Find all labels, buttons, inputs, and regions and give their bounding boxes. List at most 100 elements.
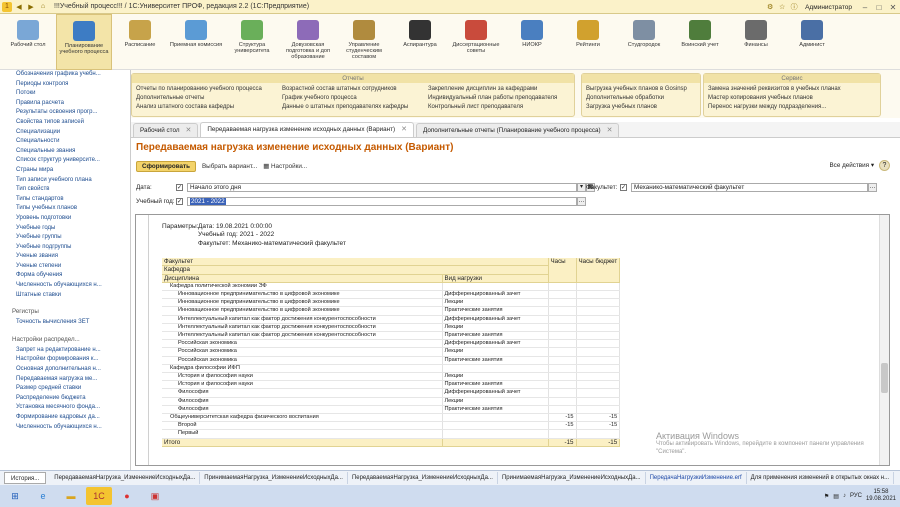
- network-icon[interactable]: ▤: [833, 493, 839, 500]
- generate-button[interactable]: Сформировать: [136, 160, 196, 172]
- table-row[interactable]: Второй -15 -15: [162, 421, 621, 431]
- function-link[interactable]: Закрепление дисциплин за кафедрами: [428, 85, 557, 94]
- forward-icon[interactable]: ▶: [26, 2, 36, 12]
- table-row[interactable]: Кафедра политической экономии ЭФ: [162, 282, 621, 292]
- sidebar-item[interactable]: Точность вычисления ЗЕТ: [0, 318, 130, 328]
- sidebar-item[interactable]: Типы стандартов: [0, 195, 130, 205]
- choose-variant-button[interactable]: Выбрать вариант...: [202, 163, 257, 170]
- sidebar-item[interactable]: Уровень подготовки: [0, 214, 130, 224]
- table-row[interactable]: Российская экономика Практические занятия: [162, 356, 621, 365]
- ie-icon[interactable]: e: [30, 487, 56, 505]
- section-item[interactable]: Приемная комиссия: [168, 14, 224, 70]
- table-row[interactable]: Общеуниверситетская кафедра физического …: [162, 413, 621, 423]
- group-gutter[interactable]: [136, 215, 149, 465]
- function-link[interactable]: Дополнительные отчеты: [136, 94, 262, 103]
- close-icon[interactable]: ✕: [401, 123, 407, 137]
- open-window-item[interactable]: Для применения изменений в открытых окна…: [747, 472, 895, 484]
- sidebar-item[interactable]: Результаты освоения прогр...: [0, 108, 130, 118]
- sidebar-item[interactable]: Учебные подгруппы: [0, 243, 130, 253]
- section-item[interactable]: Диссертационные советы: [448, 14, 504, 70]
- function-link[interactable]: Выгрузка учебных планов в Gosinsp: [586, 85, 687, 94]
- function-link[interactable]: Возрастной состав штатных сотрудников: [282, 85, 408, 94]
- table-row[interactable]: Кафедра философии ИФП: [162, 364, 621, 374]
- close-icon[interactable]: ✕: [607, 124, 613, 138]
- app-logo-icon[interactable]: 1: [2, 1, 12, 12]
- section-item[interactable]: Расписание: [112, 14, 168, 70]
- open-window-item[interactable]: ПередачаНагрузкиИзменение.erf: [646, 472, 747, 484]
- function-link[interactable]: Перенос нагрузки между подразделения...: [708, 103, 841, 112]
- table-row[interactable]: Российская экономика Дифференцированный з…: [162, 339, 621, 349]
- sidebar-item[interactable]: Список структур университе...: [0, 156, 130, 166]
- sidebar-item[interactable]: Тип свойств: [0, 185, 130, 195]
- report-spreadsheet[interactable]: Параметры: Дата: 19.08.2021 0:00:00 Учебн…: [135, 214, 890, 466]
- tab-desktop[interactable]: Рабочий стол ✕: [133, 123, 199, 138]
- faculty-field[interactable]: Механико-математический факультет: [631, 182, 868, 192]
- sidebar-item[interactable]: Тип записи учебного плана: [0, 176, 130, 186]
- info-icon[interactable]: ⓘ: [789, 2, 799, 12]
- function-link[interactable]: Дополнительные обработки: [586, 94, 687, 103]
- chrome-icon[interactable]: ●: [114, 487, 140, 505]
- table-row[interactable]: Философия Лекции: [162, 397, 621, 406]
- maximize-button[interactable]: □: [872, 1, 886, 14]
- function-link[interactable]: Отчеты по планированию учебного процесса: [136, 85, 262, 94]
- explorer-icon[interactable]: ▬: [58, 487, 84, 505]
- function-link[interactable]: График учебного процесса: [282, 94, 408, 103]
- language-indicator[interactable]: РУС: [850, 493, 862, 499]
- sidebar-item[interactable]: Настройки формирования к...: [0, 355, 130, 365]
- section-item[interactable]: Воинский учет: [672, 14, 728, 70]
- function-link[interactable]: Мастер копирования учебных планов: [708, 94, 841, 103]
- tab-transfer-load[interactable]: Передаваемая нагрузка изменение исходных…: [200, 122, 414, 137]
- vertical-scrollbar[interactable]: [879, 215, 889, 465]
- sidebar-item[interactable]: Установка месячного фонда...: [0, 403, 130, 413]
- sidebar-item[interactable]: Распределение бюджета: [0, 394, 130, 404]
- section-item[interactable]: Управление студенческим составом: [336, 14, 392, 70]
- table-row[interactable]: Интеллектуальный капитал как фактор дост…: [162, 331, 621, 341]
- table-row[interactable]: История и философия науки Лекции: [162, 372, 621, 382]
- 1c-app-icon[interactable]: ▣: [142, 487, 168, 505]
- table-row[interactable]: Инновационное предпринимательство в цифр…: [162, 306, 621, 316]
- faculty-checkbox[interactable]: ✓: [620, 183, 627, 191]
- year-select-button[interactable]: …: [577, 196, 586, 206]
- sidebar-item[interactable]: Формирование кадровых да...: [0, 413, 130, 423]
- scrollbar-thumb[interactable]: [881, 363, 888, 393]
- sidebar-item[interactable]: Потоки: [0, 89, 130, 99]
- function-link[interactable]: Данные о штатных преподавателях кафедры: [282, 103, 408, 112]
- sidebar-item[interactable]: Численность обучающихся н...: [0, 423, 130, 433]
- section-item[interactable]: НИОКР: [504, 14, 560, 70]
- table-row[interactable]: Интеллектуальный капитал как фактор дост…: [162, 323, 621, 333]
- date-checkbox[interactable]: ✓: [176, 183, 183, 191]
- table-row[interactable]: Российская экономика Лекции: [162, 347, 621, 357]
- close-icon[interactable]: ✕: [186, 124, 192, 138]
- function-link[interactable]: Загрузка учебных планов: [586, 103, 687, 112]
- function-link[interactable]: Анализ штатного состава кафедры: [136, 103, 262, 112]
- section-item[interactable]: Рабочий стол: [0, 14, 56, 70]
- section-item[interactable]: Аспирантура: [392, 14, 448, 70]
- section-item[interactable]: Планирование учебного процесса: [56, 14, 112, 70]
- sidebar-item[interactable]: Штатные ставки: [0, 291, 130, 301]
- star-icon[interactable]: ☆: [777, 2, 787, 12]
- date-select-button[interactable]: ▾: [577, 182, 586, 192]
- start-icon[interactable]: ⊞: [2, 487, 28, 505]
- open-window-item[interactable]: ПередаваемаяНагрузка_ИзменениеИсходныхДа…: [348, 472, 498, 484]
- settings-button[interactable]: ▦ Настройки...: [263, 163, 307, 170]
- faculty-select-button[interactable]: …: [868, 182, 877, 192]
- open-window-item[interactable]: ПринимаемаяНагрузка_ИзменениеИсходныхДа.…: [498, 472, 646, 484]
- sidebar-item[interactable]: Запрет на редактирование н...: [0, 346, 130, 356]
- open-window-item[interactable]: ПередаваемаяНагрузка_ИзменениеИсходныхДа…: [50, 472, 201, 484]
- clock[interactable]: 15:58 19.08.2021: [866, 489, 896, 503]
- section-item[interactable]: Студгородок: [616, 14, 672, 70]
- flag-icon[interactable]: ⚑: [824, 493, 829, 500]
- sidebar-item[interactable]: Численность обучающихся н...: [0, 281, 130, 291]
- sidebar-item[interactable]: Размер средней ставки: [0, 384, 130, 394]
- section-item[interactable]: Довузовская подготовка и доп образование: [280, 14, 336, 70]
- sidebar-item[interactable]: Основная дополнительная н...: [0, 365, 130, 375]
- sidebar-item[interactable]: Страны мира: [0, 166, 130, 176]
- table-row[interactable]: Философия Практические занятия: [162, 405, 621, 415]
- home-icon[interactable]: ⌂: [38, 2, 48, 12]
- sidebar-item[interactable]: Учебные годы: [0, 224, 130, 234]
- function-link[interactable]: Индивидуальный план работы преподавателя: [428, 94, 557, 103]
- minimize-button[interactable]: –: [858, 1, 872, 14]
- function-link[interactable]: Контрольный лист преподавателя: [428, 103, 557, 112]
- sidebar-item[interactable]: Передаваемая нагрузка ме...: [0, 375, 130, 385]
- sidebar-item[interactable]: Обозначения графика учебн...: [0, 70, 130, 80]
